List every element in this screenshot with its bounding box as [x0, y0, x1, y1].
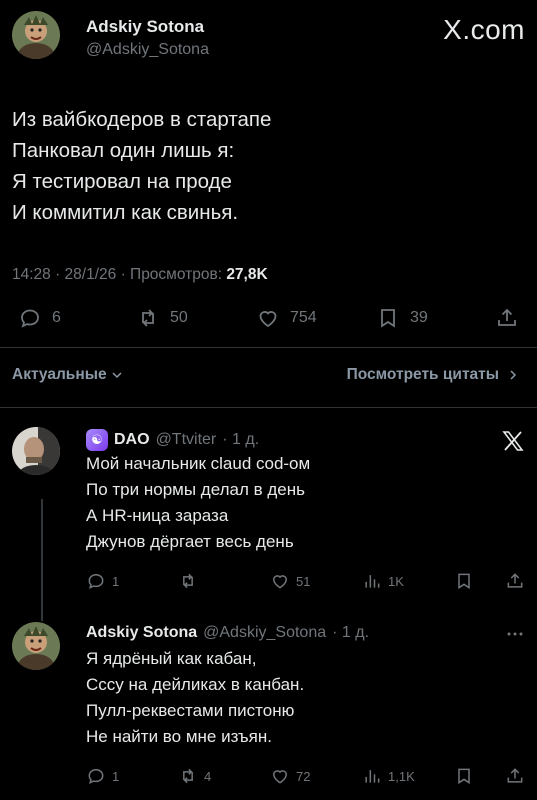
reply-item[interactable]: Adskiy Sotona @Adskiy_Sotona · 1 д. Я яд… [12, 622, 525, 792]
post-line: Я тестировал на проде [12, 170, 232, 193]
share-button[interactable] [505, 766, 525, 786]
reply-line: Я ядрёный как кабан, [86, 649, 257, 668]
bookmark-button[interactable] [454, 766, 474, 786]
share-button[interactable] [495, 306, 519, 330]
site-label: X.com [443, 14, 525, 45]
reply-line: Не найти во мне изъян. [86, 727, 272, 746]
bookmark-icon [381, 309, 395, 328]
reply-avatar[interactable] [12, 622, 60, 670]
repost-icon [183, 573, 193, 589]
repost-count: 4 [204, 768, 212, 784]
view-count: 27,8K [226, 266, 268, 283]
bookmark-icon [458, 768, 470, 785]
reply-count: 1 [112, 768, 120, 784]
post-meta: 14:28 · 28/1/26 · Просмотров: 27,8K [12, 266, 268, 284]
bookmark-button[interactable] [454, 571, 474, 591]
views-button[interactable]: 1K [362, 571, 404, 591]
repost-button[interactable]: 4 [178, 766, 211, 786]
share-icon [507, 573, 523, 588]
reply-button[interactable]: 1 [86, 766, 119, 786]
post-header: Adskiy Sotona @Adskiy_Sotona X.com [12, 8, 525, 62]
post-timestamp[interactable]: 14:28 · 28/1/26 · Просмотров: [12, 266, 226, 283]
reply-time: · 1 д. [332, 624, 370, 641]
repost-icon [142, 309, 154, 327]
chevron-down-icon [112, 372, 122, 379]
reply-author-name[interactable]: Adskiy Sotona [86, 624, 197, 642]
post-text: Из вайбкодеров в стартапе Панковал один … [12, 104, 512, 228]
reply-header: ☯ DAO @Ttviter · 1 д. [86, 429, 259, 451]
reply-header: Adskiy Sotona @Adskiy_Sotona · 1 д. [86, 624, 369, 642]
reply-text: Мой начальник claud cod-ом По три нормы … [86, 451, 310, 555]
repost-button[interactable] [178, 571, 204, 591]
post-line: Из вайбкодеров в стартапе [12, 108, 272, 131]
reply-line: Пулл-реквестами пистоню [86, 701, 295, 720]
view-quotes-label: Посмотреть цитаты [346, 366, 499, 383]
reply-author-handle[interactable]: @Adskiy_Sotona [203, 624, 326, 642]
share-icon [498, 308, 516, 326]
bookmark-count: 39 [410, 309, 428, 326]
reply-actions: 1 51 1K [86, 571, 525, 593]
yin-yang-icon: ☯ [86, 429, 108, 451]
views-chart-icon [365, 770, 380, 783]
views-chart-icon [365, 575, 380, 588]
reply-avatar[interactable] [12, 427, 60, 475]
reply-actions: 1 4 72 1,1K [86, 766, 525, 788]
sort-dropdown[interactable]: Актуальные [12, 366, 123, 384]
like-count: 51 [296, 573, 311, 589]
bookmark-button[interactable]: 39 [376, 306, 428, 330]
repost-icon [183, 768, 193, 784]
reply-button[interactable]: 6 [18, 306, 61, 330]
bookmark-icon [458, 573, 470, 590]
divider [0, 347, 537, 348]
post-line: И коммитил как свинья. [12, 201, 239, 224]
reply-count: 6 [52, 309, 61, 326]
reply-time: · 1 д. [222, 431, 260, 448]
reply-line: А HR-ница зараза [86, 506, 229, 525]
views-count: 1K [388, 573, 404, 589]
reply-icon [21, 309, 39, 328]
x-logo-icon [502, 431, 524, 451]
reply-count: 1 [112, 573, 120, 589]
repost-button[interactable]: 50 [136, 306, 188, 330]
sort-label: Актуальные [12, 366, 107, 383]
author-name[interactable]: Adskiy Sotona [86, 17, 204, 37]
more-icon[interactable] [505, 624, 525, 644]
reply-author-name[interactable]: DAO [114, 431, 150, 449]
reply-item[interactable]: ☯ DAO @Ttviter · 1 д. Мой начальник clau… [12, 427, 525, 597]
replies-sort-row: Актуальные Посмотреть цитаты [12, 366, 519, 390]
reply-text: Я ядрёный как кабан, Сссу на дейликах в … [86, 646, 304, 750]
reply-icon [88, 573, 104, 590]
reply-author-handle[interactable]: @Ttviter [156, 431, 217, 449]
reply-button[interactable]: 1 [86, 571, 119, 591]
like-button[interactable]: 51 [270, 571, 310, 591]
like-button[interactable]: 754 [256, 306, 317, 330]
author-handle[interactable]: @Adskiy_Sotona [86, 41, 209, 59]
reply-line: По три нормы делал в день [86, 480, 305, 499]
like-button[interactable]: 72 [270, 766, 310, 786]
post-line: Панковал один лишь я: [12, 139, 235, 162]
reply-line: Джунов дёргает весь день [86, 532, 294, 551]
views-button[interactable]: 1,1K [362, 766, 415, 786]
repost-count: 50 [170, 309, 188, 326]
chevron-right-icon [510, 370, 517, 380]
heart-icon [259, 311, 277, 328]
like-count: 72 [296, 768, 311, 784]
like-count: 754 [290, 309, 317, 326]
author-avatar[interactable] [12, 11, 60, 59]
view-quotes-link[interactable]: Посмотреть цитаты [347, 366, 519, 384]
divider [0, 407, 537, 408]
reply-icon [88, 768, 104, 785]
heart-icon [272, 770, 288, 784]
reply-line: Сссу на дейликах в канбан. [86, 675, 305, 694]
post-actions: 6 50 754 39 [12, 306, 519, 338]
share-icon [507, 768, 523, 783]
views-count: 1,1K [388, 768, 415, 784]
reply-line: Мой начальник claud cod-ом [86, 454, 311, 473]
share-button[interactable] [505, 571, 525, 591]
heart-icon [272, 575, 288, 589]
